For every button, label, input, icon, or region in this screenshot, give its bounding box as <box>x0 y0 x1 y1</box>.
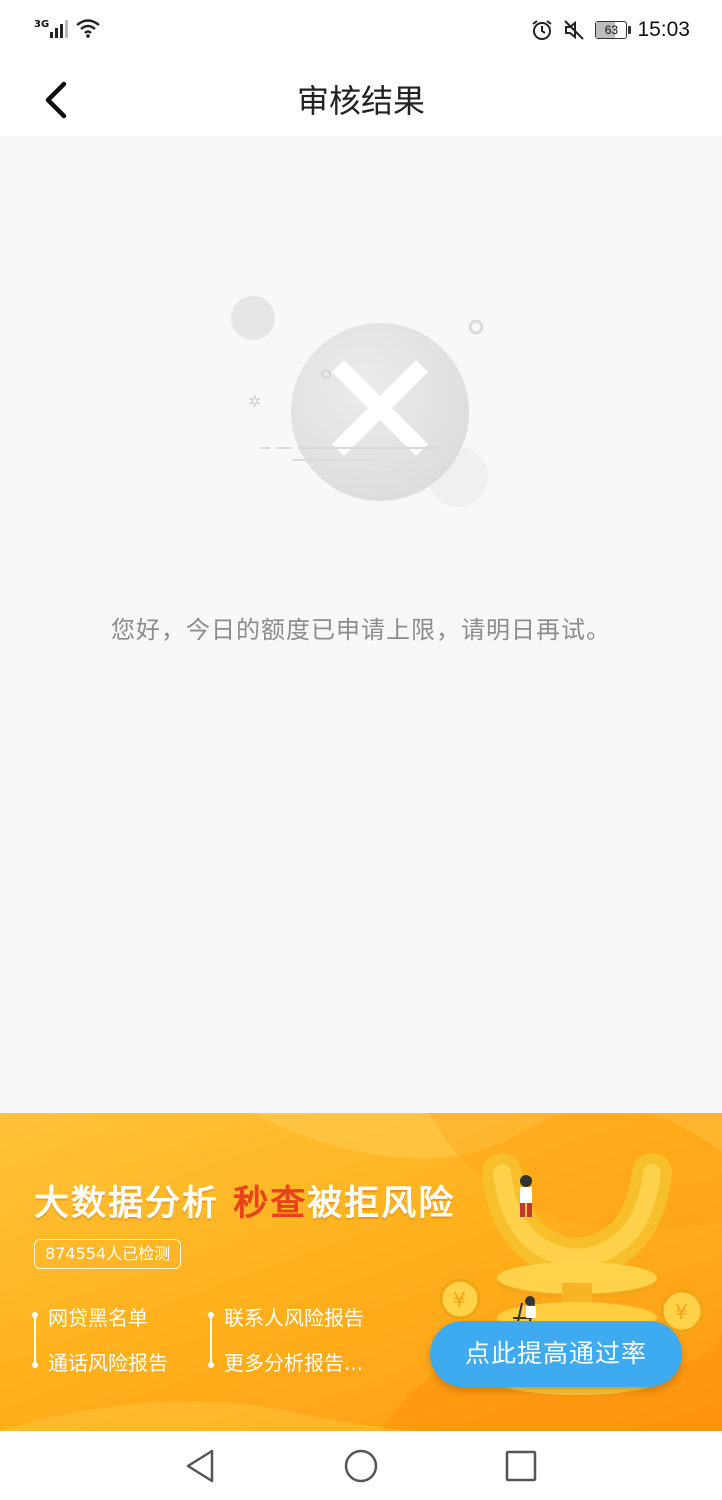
nav-back-button[interactable] <box>180 1445 222 1487</box>
back-triangle-icon <box>186 1449 214 1483</box>
list-item: 通话风险报告 <box>48 1351 168 1375</box>
nav-home-button[interactable] <box>340 1445 382 1487</box>
system-nav-bar <box>0 1431 722 1500</box>
ad-headline: 大数据分析 秒查被拒风险 <box>34 1175 455 1226</box>
list-item: 网贷黑名单 <box>48 1306 148 1330</box>
clock: 15:03 <box>637 18 690 41</box>
battery-icon: 63 <box>595 21 632 39</box>
signal-icon <box>50 20 69 38</box>
status-right: 63 15:03 <box>531 18 690 42</box>
detected-count-badge: 874554人已检测 <box>34 1239 182 1269</box>
app-header: 审核结果 <box>0 64 722 136</box>
battery-level: 63 <box>604 23 619 37</box>
status-left: 3G <box>34 18 101 38</box>
list-item: 更多分析报告... <box>224 1351 364 1375</box>
list-item: 联系人风险报告 <box>224 1306 364 1330</box>
svg-text:¥: ¥ <box>675 1300 688 1324</box>
status-bar: 3G 63 15:03 <box>0 0 722 64</box>
ad-feature-list-left: 网贷黑名单 通话风险报告 <box>32 1306 168 1397</box>
improve-pass-rate-button[interactable]: 点此提高通过率 <box>430 1321 682 1387</box>
wifi-icon <box>76 19 100 38</box>
rejected-x-icon: ✲ <box>231 296 488 507</box>
result-message: 您好，今日的额度已申请上限，请明日再试。 <box>111 616 611 644</box>
ad-banner[interactable]: 大数据分析 秒查被拒风险 874554人已检测 网贷黑名单 通话风险报告 联系人… <box>0 1113 722 1431</box>
ad-feature-list-right: 联系人风险报告 更多分析报告... <box>208 1306 364 1397</box>
alarm-icon <box>532 20 553 40</box>
svg-text:¥: ¥ <box>453 1288 466 1312</box>
ad-headline-part1: 大数据分析 <box>34 1184 220 1224</box>
nav-recents-button[interactable] <box>500 1445 542 1487</box>
ad-headline-part3: 被拒风险 <box>307 1184 456 1224</box>
svg-text:✲: ✲ <box>248 392 261 411</box>
home-circle-icon <box>344 1449 378 1483</box>
ad-headline-highlight: 秒查 <box>233 1184 308 1224</box>
page-title: 审核结果 <box>296 82 425 120</box>
coin-icon: ¥ <box>439 1278 481 1320</box>
network-type: 3G <box>34 19 50 30</box>
mute-icon <box>564 20 585 40</box>
recents-square-icon <box>505 1450 537 1482</box>
